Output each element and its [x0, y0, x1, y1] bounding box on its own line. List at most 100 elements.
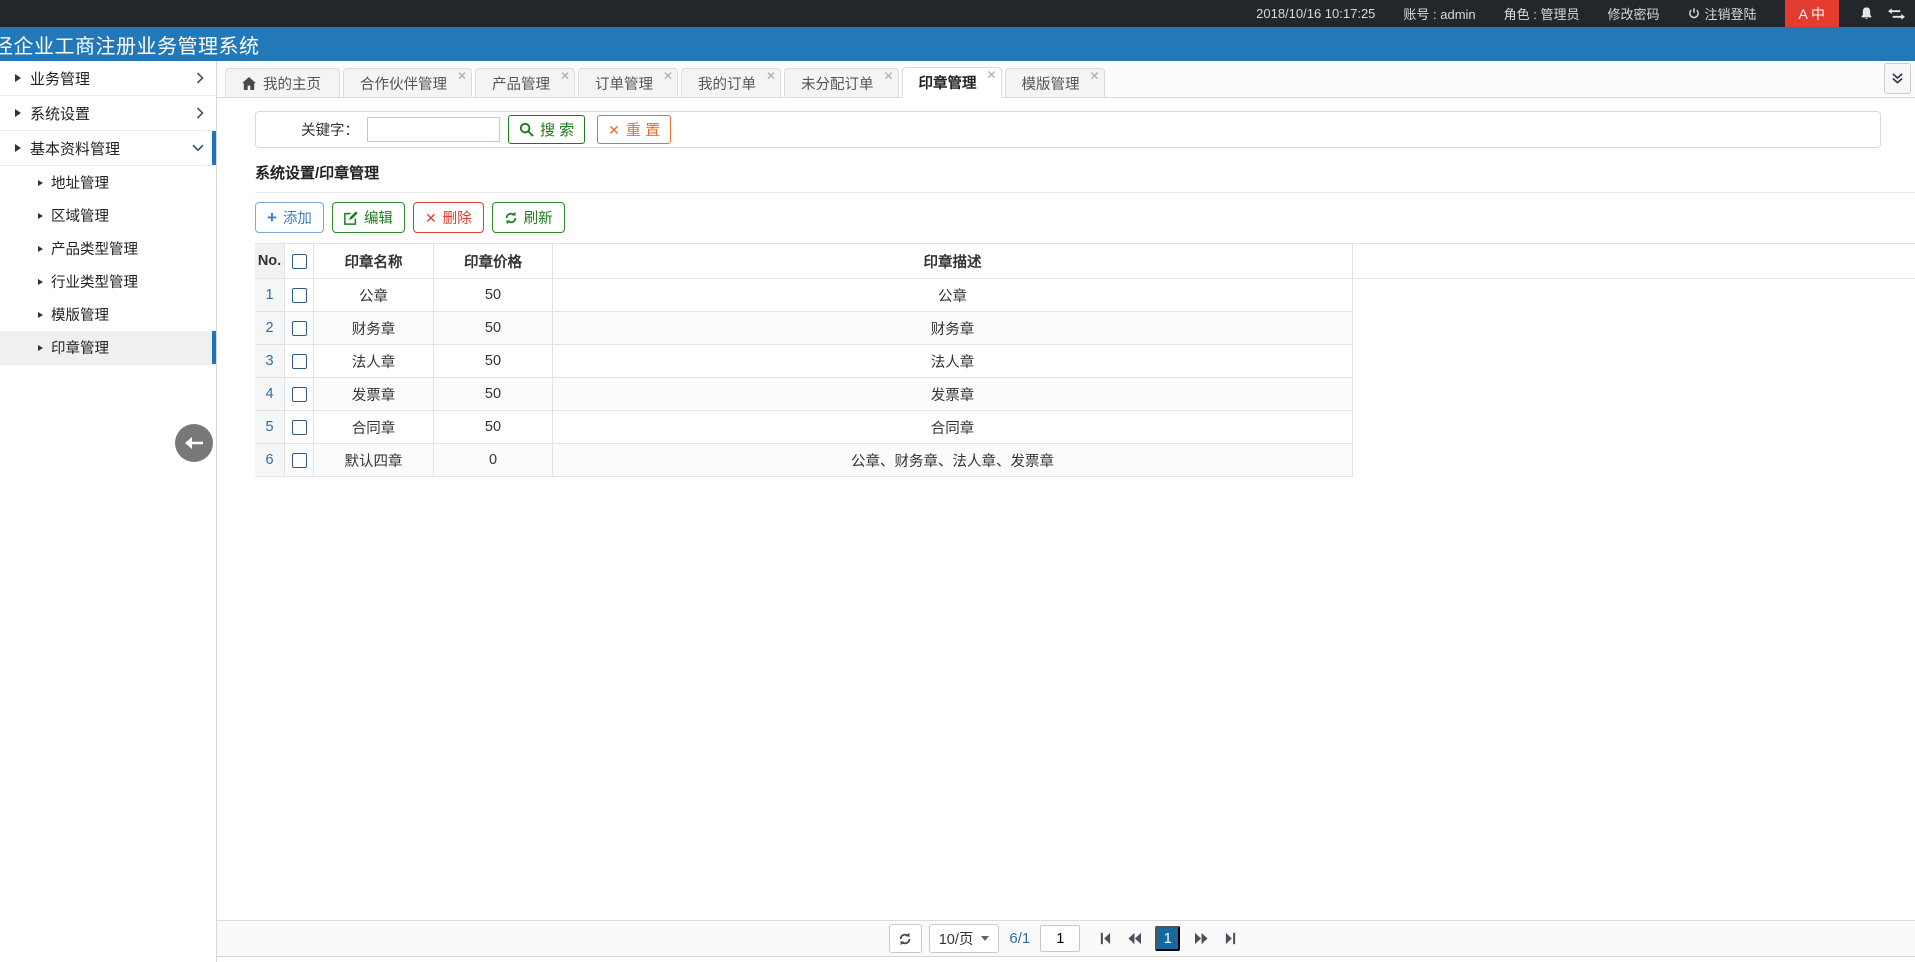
- language-badge[interactable]: A 中: [1785, 0, 1839, 27]
- role-label: 角色 : 管理员: [1504, 4, 1580, 23]
- table-row[interactable]: 3 法人章 50 法人章: [255, 345, 1915, 378]
- triangle-bullet-icon: [38, 180, 43, 186]
- arrow-left-icon: [185, 437, 203, 449]
- refresh-icon: [504, 211, 518, 225]
- row-checkbox[interactable]: [292, 420, 307, 435]
- refresh-button[interactable]: 刷新: [492, 202, 565, 233]
- tabbar: 我的主页 合作伙伴管理 ✕ 产品管理 ✕ 订单管理 ✕ 我的订单 ✕ 未分配订单…: [217, 61, 1915, 98]
- home-icon: [242, 77, 256, 90]
- close-icon[interactable]: ✕: [663, 70, 673, 83]
- toolbar: + 添加 编辑 ✕ 删除 刷新: [255, 202, 1881, 233]
- tab-template-mgmt[interactable]: 模版管理 ✕: [1005, 68, 1105, 98]
- table-header-row: No. 印章名称 印章价格 印章描述: [255, 243, 1915, 279]
- row-number[interactable]: 2: [255, 312, 285, 345]
- first-page-icon: [1099, 932, 1112, 945]
- seal-desc: 合同章: [553, 411, 1353, 444]
- reset-button[interactable]: ✕ 重 置: [597, 115, 671, 144]
- row-checkbox[interactable]: [292, 453, 307, 468]
- row-number[interactable]: 5: [255, 411, 285, 444]
- tab-product-mgmt[interactable]: 产品管理 ✕: [475, 68, 575, 98]
- sidebar-item-template-mgmt[interactable]: 模版管理: [0, 298, 216, 331]
- seal-name: 公章: [314, 279, 434, 312]
- table-row[interactable]: 1 公章 50 公章: [255, 279, 1915, 312]
- seal-desc: 财务章: [553, 312, 1353, 345]
- row-checkbox[interactable]: [292, 387, 307, 402]
- tab-unassigned-orders[interactable]: 未分配订单 ✕: [784, 68, 899, 98]
- chevron-right-icon: [196, 107, 204, 119]
- delete-button[interactable]: ✕ 删除: [413, 202, 484, 233]
- triangle-bullet-icon: [38, 246, 43, 252]
- select-all-checkbox[interactable]: [292, 254, 307, 269]
- row-checkbox[interactable]: [292, 288, 307, 303]
- close-icon[interactable]: ✕: [883, 70, 893, 83]
- row-checkbox[interactable]: [292, 354, 307, 369]
- last-page-button[interactable]: [1217, 926, 1243, 952]
- main-area: 我的主页 合作伙伴管理 ✕ 产品管理 ✕ 订单管理 ✕ 我的订单 ✕ 未分配订单…: [217, 61, 1915, 962]
- edit-button[interactable]: 编辑: [332, 202, 405, 233]
- row-checkbox[interactable]: [292, 321, 307, 336]
- caret-down-icon: [981, 936, 989, 941]
- table-row[interactable]: 2 财务章 50 财务章: [255, 312, 1915, 345]
- col-header-desc: 印章描述: [553, 244, 1353, 279]
- first-page-button[interactable]: [1092, 926, 1118, 952]
- seal-name: 法人章: [314, 345, 434, 378]
- current-page-button[interactable]: 1: [1155, 926, 1180, 951]
- sidebar-item-address-mgmt[interactable]: 地址管理: [0, 166, 216, 199]
- close-icon[interactable]: ✕: [986, 69, 996, 82]
- keyword-label: 关键字：: [301, 119, 359, 140]
- triangle-bullet-icon: [15, 144, 21, 152]
- sidebar-item-system-settings[interactable]: 系统设置: [0, 96, 216, 131]
- sidebar-item-product-type-mgmt[interactable]: 产品类型管理: [0, 232, 216, 265]
- col-header-price: 印章价格: [434, 244, 553, 279]
- page-info: 6/1: [1009, 930, 1030, 947]
- close-icon[interactable]: ✕: [766, 70, 776, 83]
- add-button[interactable]: + 添加: [255, 202, 324, 233]
- change-password-link[interactable]: 修改密码: [1608, 4, 1660, 23]
- next-page-button[interactable]: [1188, 926, 1214, 952]
- tab-my-orders[interactable]: 我的订单 ✕: [681, 68, 781, 98]
- col-header-no: No.: [255, 244, 285, 279]
- checkbox-cell: [285, 312, 314, 345]
- logout-link[interactable]: 注销登陆: [1688, 4, 1757, 23]
- header-checkbox-cell: [285, 244, 314, 279]
- tab-overflow-button[interactable]: [1884, 63, 1911, 94]
- last-page-icon: [1224, 932, 1237, 945]
- sidebar-collapse-button[interactable]: [175, 424, 213, 462]
- sidebar-item-basic-data-mgmt[interactable]: 基本资料管理: [0, 131, 216, 166]
- row-number[interactable]: 3: [255, 345, 285, 378]
- toggle-layout-button[interactable]: [1881, 0, 1911, 27]
- seal-name: 合同章: [314, 411, 434, 444]
- row-number[interactable]: 1: [255, 279, 285, 312]
- seal-price: 50: [434, 312, 553, 345]
- row-number[interactable]: 4: [255, 378, 285, 411]
- tab-order-mgmt[interactable]: 订单管理 ✕: [578, 68, 678, 98]
- table-row[interactable]: 4 发票章 50 发票章: [255, 378, 1915, 411]
- checkbox-cell: [285, 279, 314, 312]
- sidebar-item-seal-mgmt[interactable]: 印章管理: [0, 331, 216, 364]
- page-number-input[interactable]: [1040, 925, 1080, 952]
- table-row[interactable]: 5 合同章 50 合同章: [255, 411, 1915, 444]
- tab-partner-mgmt[interactable]: 合作伙伴管理 ✕: [343, 68, 472, 98]
- seal-price: 50: [434, 378, 553, 411]
- close-icon[interactable]: ✕: [1089, 70, 1099, 83]
- notification-bell-button[interactable]: [1851, 0, 1881, 27]
- checkbox-cell: [285, 378, 314, 411]
- table-row[interactable]: 6 默认四章 0 公章、财务章、法人章、发票章: [255, 444, 1915, 477]
- search-button[interactable]: 搜 索: [508, 115, 585, 144]
- keyword-input[interactable]: [367, 117, 500, 142]
- close-icon[interactable]: ✕: [457, 70, 467, 83]
- page-size-select[interactable]: 10/页: [929, 924, 1000, 953]
- checkbox-cell: [285, 345, 314, 378]
- prev-page-button[interactable]: [1121, 926, 1147, 952]
- sidebar-item-region-mgmt[interactable]: 区域管理: [0, 199, 216, 232]
- sidebar-item-business-mgmt[interactable]: 业务管理: [0, 61, 216, 96]
- close-icon[interactable]: ✕: [560, 70, 570, 83]
- sidebar-item-industry-type-mgmt[interactable]: 行业类型管理: [0, 265, 216, 298]
- seal-price: 0: [434, 444, 553, 477]
- tab-seal-mgmt[interactable]: 印章管理 ✕: [902, 67, 1002, 98]
- row-number[interactable]: 6: [255, 444, 285, 477]
- x-icon: ✕: [425, 211, 437, 225]
- tab-home[interactable]: 我的主页: [225, 68, 340, 98]
- pagination-refresh-button[interactable]: [889, 924, 922, 953]
- triangle-bullet-icon: [38, 345, 43, 351]
